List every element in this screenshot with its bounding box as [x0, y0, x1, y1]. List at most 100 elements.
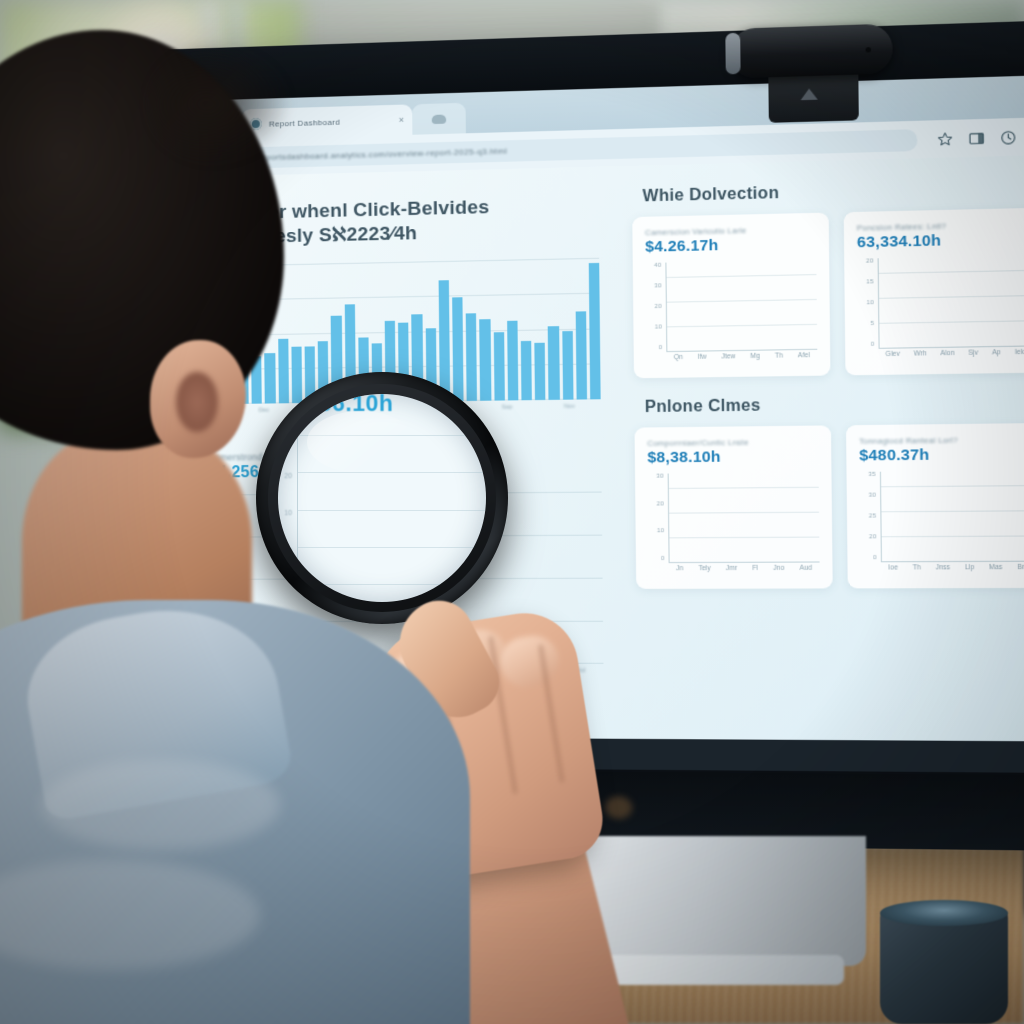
x-tick-label: Jmr	[725, 564, 738, 573]
metric-card[interactable]: Comporrniaer/Cuntic Lnste $8,38.10h 30 20…	[634, 425, 833, 589]
webcam-icon	[723, 23, 895, 124]
stacked-bar-series	[670, 260, 816, 352]
dashboard-right-column: Whie Dolvection Camerscion Varicutio Lar…	[623, 155, 1024, 773]
x-tick-label: Llp	[964, 564, 975, 572]
card-label: Comporrniaer/Cuntic Lnste	[647, 437, 749, 449]
y-tick-label: 10	[654, 324, 662, 331]
y-tick-label: 30	[868, 492, 876, 499]
bar	[534, 343, 546, 400]
close-icon[interactable]: ×	[399, 115, 404, 125]
metric-card[interactable]: Tonnagiocd Ranteal Lorl? $480.37h 35 30 25…	[845, 422, 1024, 589]
bar	[548, 326, 560, 400]
y-tick-label: 30	[654, 283, 662, 290]
bar	[588, 263, 601, 400]
bar	[520, 340, 532, 400]
x-tick-label: Afel	[797, 351, 810, 360]
split-panel-icon[interactable]	[968, 130, 985, 146]
card-label: Tonnagiocd Ranteal Lorl?	[859, 435, 958, 446]
y-tick-label: 10	[656, 528, 665, 535]
x-tick-label: Sjv	[968, 349, 979, 357]
ear-canal	[176, 372, 218, 432]
card-value: $480.37h	[859, 446, 930, 465]
y-axis-ticks: 35 30 25 20 0	[859, 472, 876, 562]
y-axis-ticks: 30 20 10 0	[278, 435, 292, 585]
cloud-icon	[431, 114, 447, 124]
y-axis-ticks: 30 20 10 0	[648, 474, 665, 563]
card-value: 63,334.10h	[856, 231, 942, 252]
hair	[150, 44, 290, 164]
plot-area	[879, 470, 1024, 563]
y-tick-label: 10	[866, 300, 874, 307]
x-tick-label: Glev	[885, 350, 900, 359]
x-tick-label: Jtew	[721, 353, 736, 361]
y-tick-label: 10	[284, 510, 292, 517]
bar	[575, 311, 587, 400]
x-tick-label: Ap	[991, 349, 1001, 357]
y-tick-label: 30	[284, 435, 292, 442]
y-tick-label: 15	[866, 279, 874, 286]
stacked-bar-series	[884, 470, 1024, 562]
x-tick-label: Ielo	[1014, 348, 1024, 357]
y-tick-label: 20	[866, 258, 874, 265]
metric-card[interactable]: Poncsion Ratees: Lntl? 63,334.10h 20 15 10…	[843, 207, 1024, 376]
webcam-body	[729, 23, 893, 79]
toolbar-actions	[928, 127, 1024, 148]
x-tick-label: Jno	[773, 564, 785, 573]
x-tick-label: Jn	[676, 565, 684, 573]
magnified-content: Comerstrond Referent Carfa $4,256.10h 30…	[278, 394, 486, 593]
y-tick-label: 40	[654, 262, 662, 269]
y-tick-label: 0	[870, 341, 875, 348]
monitor-stand-hole	[604, 796, 633, 820]
stacked-bar-series	[672, 472, 818, 563]
x-tick-label: Mg	[750, 352, 760, 361]
y-tick-label: 25	[868, 513, 877, 520]
clock-icon[interactable]	[1000, 129, 1017, 145]
magnified-metric-value: $4,256.10h	[278, 394, 394, 416]
y-tick-label: 0	[872, 555, 877, 562]
x-axis-ticks: Ioe Th Jnss Llp Mas Bry	[881, 564, 1024, 572]
monitor-stand-base	[596, 955, 844, 985]
plot-area	[665, 259, 818, 353]
x-tick-label: Ioe	[888, 564, 899, 572]
y-axis-ticks: 20 15 10 5 0	[857, 258, 874, 348]
plot-area	[297, 435, 486, 585]
metric-card[interactable]: Camerscion Varicutio Larle $4.26.17h 40 3…	[632, 212, 831, 379]
y-tick-label: 20	[284, 472, 292, 480]
y-tick-label: 0	[288, 547, 292, 555]
x-tick-label: Nov	[563, 403, 576, 410]
card-row-2: Comporrniaer/Cuntic Lnste $8,38.10h 30 20…	[634, 422, 1024, 589]
section-title-2: Pnlone Clmes	[644, 397, 761, 417]
browser-tab-inactive[interactable]	[412, 102, 466, 135]
x-tick-label: Tely	[698, 564, 711, 573]
mini-chart: 35 30 25 20 0 Ioe Th Jnss Llp Mas Bry	[859, 470, 1024, 580]
magnifying-glass[interactable]: Comerstrond Referent Carfa $4,256.10h 30…	[256, 372, 508, 624]
bar	[561, 331, 574, 400]
y-tick-label: 20	[656, 501, 664, 508]
magnified-chart: 30 20 10 0	[278, 435, 486, 593]
mini-chart: 40 30 20 10 0 Qn Ifw Jtew Mg Th Afel	[645, 259, 819, 369]
x-tick-label: Aud	[799, 564, 813, 572]
x-axis-ticks: Jn Tely Jmr Fl Jno Aud	[669, 565, 820, 573]
x-tick-label: Th	[774, 352, 783, 360]
mini-chart: 20 15 10 5 0 Glev Wrh Alon Sjv Ap Ielo	[857, 255, 1024, 367]
x-axis-ticks: Glev Wrh Alon Sjv Ap Ielo	[879, 349, 1024, 359]
x-tick-label: Mas	[989, 563, 1003, 572]
y-tick-label: 0	[658, 344, 663, 352]
card-row-1: Camerscion Varicutio Larle $4.26.17h 40 3…	[632, 207, 1024, 379]
y-tick-label: 5	[870, 320, 875, 328]
x-tick-label: Qn	[673, 353, 683, 362]
x-tick-label: Alon	[940, 349, 955, 358]
card-value: $4.26.17h	[645, 236, 719, 256]
star-icon[interactable]	[937, 131, 953, 147]
y-tick-label: 0	[660, 555, 665, 563]
url-text: reportsdashboard.analytics.com/overview-…	[258, 145, 508, 162]
stacked-bar-series	[882, 255, 1024, 348]
y-tick-label: 20	[654, 303, 662, 311]
bar	[506, 321, 519, 401]
y-tick-label: 35	[868, 471, 876, 479]
monitor-stand	[566, 836, 866, 966]
x-tick-label: Jnss	[935, 564, 951, 572]
section-title-1: Whie Dolvection	[642, 184, 780, 206]
coffee-mug-rim	[880, 900, 1008, 926]
magnifier-lens: Comerstrond Referent Carfa $4,256.10h 30…	[278, 394, 486, 602]
